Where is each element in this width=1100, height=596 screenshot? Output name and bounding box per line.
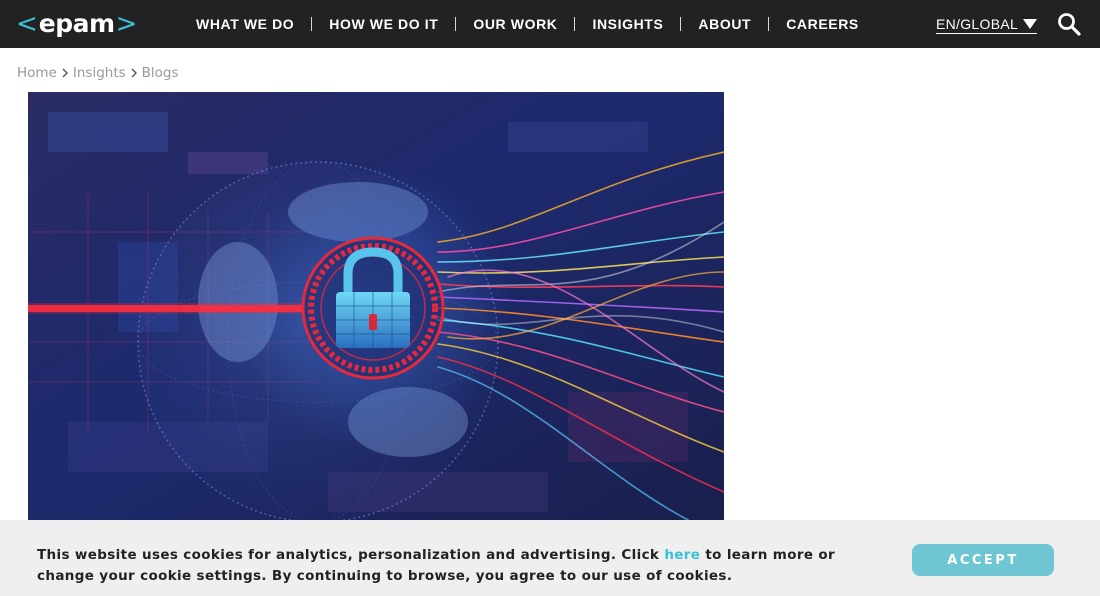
nav-item-what-we-do[interactable]: WHAT WE DO (196, 16, 294, 32)
cookie-settings-link[interactable]: here (664, 547, 700, 563)
cookie-text-before: This website uses cookies for analytics,… (37, 547, 665, 563)
site-header: < epam > WHAT WE DO HOW WE DO IT OUR WOR… (0, 0, 1100, 48)
caret-down-icon (1023, 18, 1038, 29)
nav-divider (455, 17, 457, 31)
logo-text: epam (38, 9, 115, 38)
hero-image (28, 92, 724, 520)
nav-item-how-we-do-it[interactable]: HOW WE DO IT (329, 16, 438, 32)
nav-divider (311, 17, 313, 31)
chevron-right-icon (62, 68, 68, 78)
cybersecurity-illustration (28, 92, 724, 520)
nav-item-careers[interactable]: CAREERS (786, 16, 859, 32)
search-icon[interactable] (1057, 12, 1081, 36)
epam-logo[interactable]: < epam > (16, 8, 137, 40)
breadcrumb: Home Insights Blogs (17, 65, 179, 81)
breadcrumb-insights[interactable]: Insights (73, 65, 126, 81)
nav-divider (680, 17, 682, 31)
logo-bracket-left: < (16, 9, 38, 39)
nav-item-insights[interactable]: INSIGHTS (592, 16, 663, 32)
nav-divider (574, 17, 576, 31)
breadcrumb-home[interactable]: Home (17, 65, 57, 81)
cookie-banner: This website uses cookies for analytics,… (0, 520, 1100, 596)
main-nav: WHAT WE DO HOW WE DO IT OUR WORK INSIGHT… (196, 0, 859, 48)
accept-cookies-button[interactable]: ACCEPT (912, 544, 1054, 576)
nav-divider (768, 17, 770, 31)
cookie-message: This website uses cookies for analytics,… (37, 545, 897, 587)
language-selector[interactable]: EN/GLOBAL (936, 14, 1038, 34)
nav-item-our-work[interactable]: OUR WORK (473, 16, 557, 32)
language-label: EN/GLOBAL (936, 15, 1019, 32)
breadcrumb-blogs[interactable]: Blogs (142, 65, 179, 81)
logo-bracket-right: > (115, 9, 138, 39)
nav-item-about[interactable]: ABOUT (698, 16, 751, 32)
padlock-icon (301, 236, 445, 380)
chevron-right-icon (131, 68, 137, 78)
